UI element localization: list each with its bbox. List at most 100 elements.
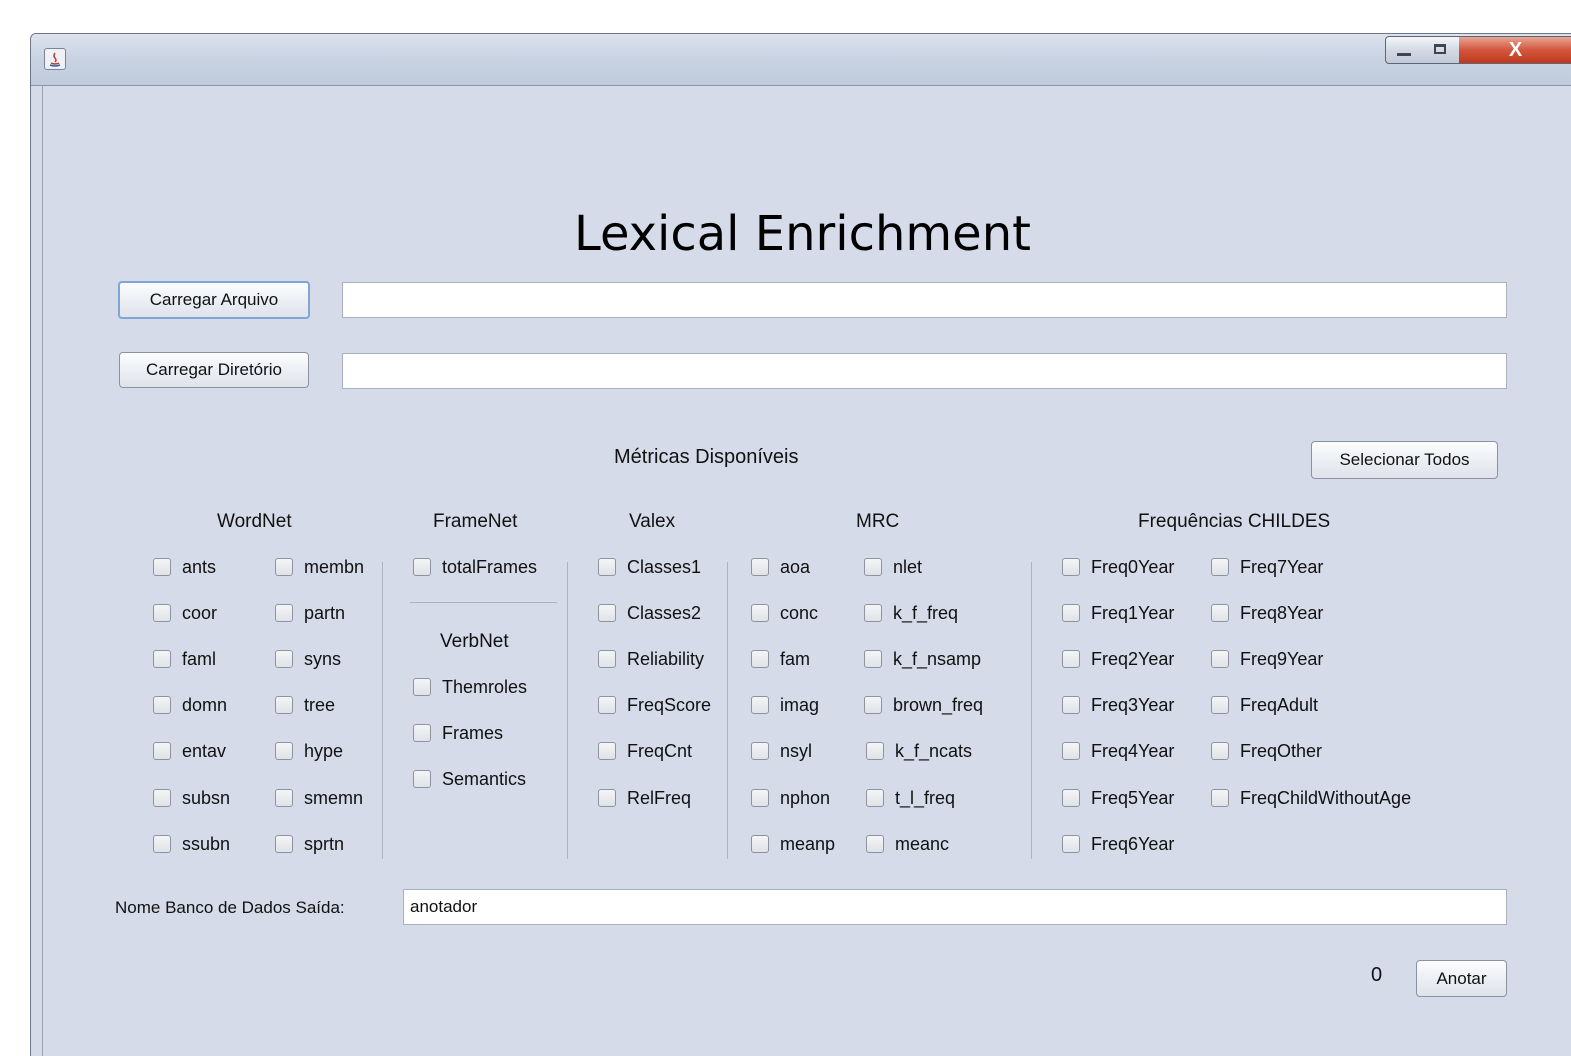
- checkbox-freqother[interactable]: FreqOther: [1211, 738, 1322, 764]
- checkbox-box[interactable]: [153, 604, 171, 622]
- checkbox-subsn[interactable]: subsn: [153, 785, 230, 811]
- checkbox-box[interactable]: [153, 789, 171, 807]
- checkbox-box[interactable]: [275, 789, 293, 807]
- checkbox-box[interactable]: [866, 789, 884, 807]
- checkbox-relfreq[interactable]: RelFreq: [598, 785, 691, 811]
- checkbox-box[interactable]: [751, 696, 769, 714]
- checkbox-box[interactable]: [751, 789, 769, 807]
- checkbox-freqadult[interactable]: FreqAdult: [1211, 692, 1318, 718]
- checkbox-partn[interactable]: partn: [275, 600, 345, 626]
- checkbox-hype[interactable]: hype: [275, 738, 343, 764]
- checkbox-box[interactable]: [153, 650, 171, 668]
- checkbox-box[interactable]: [1062, 604, 1080, 622]
- checkbox-box[interactable]: [866, 742, 884, 760]
- checkbox-freq7year[interactable]: Freq7Year: [1211, 554, 1323, 580]
- checkbox-classes1[interactable]: Classes1: [598, 554, 701, 580]
- checkbox-meanc[interactable]: meanc: [866, 831, 949, 857]
- checkbox-box[interactable]: [413, 770, 431, 788]
- directory-path-field[interactable]: [342, 353, 1507, 389]
- checkbox-themroles[interactable]: Themroles: [413, 674, 527, 700]
- checkbox-box[interactable]: [864, 604, 882, 622]
- checkbox-ants[interactable]: ants: [153, 554, 216, 580]
- checkbox-box[interactable]: [598, 604, 616, 622]
- checkbox-box[interactable]: [598, 789, 616, 807]
- checkbox-nphon[interactable]: nphon: [751, 785, 830, 811]
- checkbox-aoa[interactable]: aoa: [751, 554, 810, 580]
- checkbox-ssubn[interactable]: ssubn: [153, 831, 230, 857]
- minimize-button[interactable]: [1385, 36, 1423, 64]
- checkbox-reliability[interactable]: Reliability: [598, 646, 704, 672]
- checkbox-box[interactable]: [275, 835, 293, 853]
- checkbox-box[interactable]: [864, 558, 882, 576]
- checkbox-box[interactable]: [1211, 696, 1229, 714]
- checkbox-box[interactable]: [598, 558, 616, 576]
- checkbox-box[interactable]: [1062, 742, 1080, 760]
- checkbox-box[interactable]: [751, 835, 769, 853]
- checkbox-box[interactable]: [275, 696, 293, 714]
- maximize-button[interactable]: [1422, 36, 1460, 64]
- checkbox-nsyl[interactable]: nsyl: [751, 738, 812, 764]
- checkbox-syns[interactable]: syns: [275, 646, 341, 672]
- checkbox-box[interactable]: [751, 558, 769, 576]
- checkbox-box[interactable]: [751, 650, 769, 668]
- checkbox-box[interactable]: [153, 742, 171, 760]
- checkbox-box[interactable]: [598, 650, 616, 668]
- checkbox-box[interactable]: [413, 558, 431, 576]
- checkbox-coor[interactable]: coor: [153, 600, 217, 626]
- checkbox-freqcnt[interactable]: FreqCnt: [598, 738, 692, 764]
- annotate-button[interactable]: Anotar: [1416, 960, 1507, 997]
- checkbox-freq2year[interactable]: Freq2Year: [1062, 646, 1174, 672]
- file-path-field[interactable]: [342, 282, 1507, 318]
- checkbox-imag[interactable]: imag: [751, 692, 819, 718]
- checkbox-box[interactable]: [153, 558, 171, 576]
- checkbox-membn[interactable]: membn: [275, 554, 364, 580]
- checkbox-box[interactable]: [275, 650, 293, 668]
- checkbox-tree[interactable]: tree: [275, 692, 335, 718]
- checkbox-k-f-freq[interactable]: k_f_freq: [864, 600, 958, 626]
- checkbox-box[interactable]: [598, 742, 616, 760]
- output-db-field[interactable]: anotador: [403, 889, 1507, 925]
- checkbox-conc[interactable]: conc: [751, 600, 818, 626]
- checkbox-box[interactable]: [275, 742, 293, 760]
- checkbox-freq3year[interactable]: Freq3Year: [1062, 692, 1174, 718]
- checkbox-box[interactable]: [1062, 650, 1080, 668]
- select-all-button[interactable]: Selecionar Todos: [1311, 441, 1498, 479]
- checkbox-brown-freq[interactable]: brown_freq: [864, 692, 983, 718]
- checkbox-freq9year[interactable]: Freq9Year: [1211, 646, 1323, 672]
- checkbox-box[interactable]: [751, 604, 769, 622]
- checkbox-semantics[interactable]: Semantics: [413, 766, 526, 792]
- checkbox-freq4year[interactable]: Freq4Year: [1062, 738, 1174, 764]
- checkbox-fam[interactable]: fam: [751, 646, 810, 672]
- checkbox-k-f-ncats[interactable]: k_f_ncats: [866, 738, 972, 764]
- checkbox-box[interactable]: [153, 835, 171, 853]
- checkbox-freq6year[interactable]: Freq6Year: [1062, 831, 1174, 857]
- checkbox-box[interactable]: [864, 650, 882, 668]
- checkbox-box[interactable]: [275, 558, 293, 576]
- checkbox-box[interactable]: [751, 742, 769, 760]
- checkbox-box[interactable]: [1211, 789, 1229, 807]
- checkbox-nlet[interactable]: nlet: [864, 554, 922, 580]
- checkbox-frames[interactable]: Frames: [413, 720, 503, 746]
- checkbox-box[interactable]: [1211, 604, 1229, 622]
- checkbox-box[interactable]: [1211, 742, 1229, 760]
- checkbox-freqscore[interactable]: FreqScore: [598, 692, 711, 718]
- checkbox-box[interactable]: [1211, 650, 1229, 668]
- checkbox-box[interactable]: [864, 696, 882, 714]
- load-file-button[interactable]: Carregar Arquivo: [118, 281, 310, 319]
- checkbox-box[interactable]: [1062, 558, 1080, 576]
- checkbox-domn[interactable]: domn: [153, 692, 227, 718]
- checkbox-box[interactable]: [598, 696, 616, 714]
- checkbox-entav[interactable]: entav: [153, 738, 226, 764]
- load-directory-button[interactable]: Carregar Diretório: [119, 352, 309, 388]
- checkbox-t-l-freq[interactable]: t_l_freq: [866, 785, 955, 811]
- checkbox-box[interactable]: [1062, 696, 1080, 714]
- close-button[interactable]: X: [1459, 36, 1571, 64]
- checkbox-faml[interactable]: faml: [153, 646, 216, 672]
- checkbox-box[interactable]: [413, 724, 431, 742]
- checkbox-box[interactable]: [1062, 789, 1080, 807]
- checkbox-classes2[interactable]: Classes2: [598, 600, 701, 626]
- java-app-icon[interactable]: [44, 48, 66, 70]
- checkbox-box[interactable]: [275, 604, 293, 622]
- checkbox-meanp[interactable]: meanp: [751, 831, 835, 857]
- checkbox-freqchildwithoutage[interactable]: FreqChildWithoutAge: [1211, 785, 1411, 811]
